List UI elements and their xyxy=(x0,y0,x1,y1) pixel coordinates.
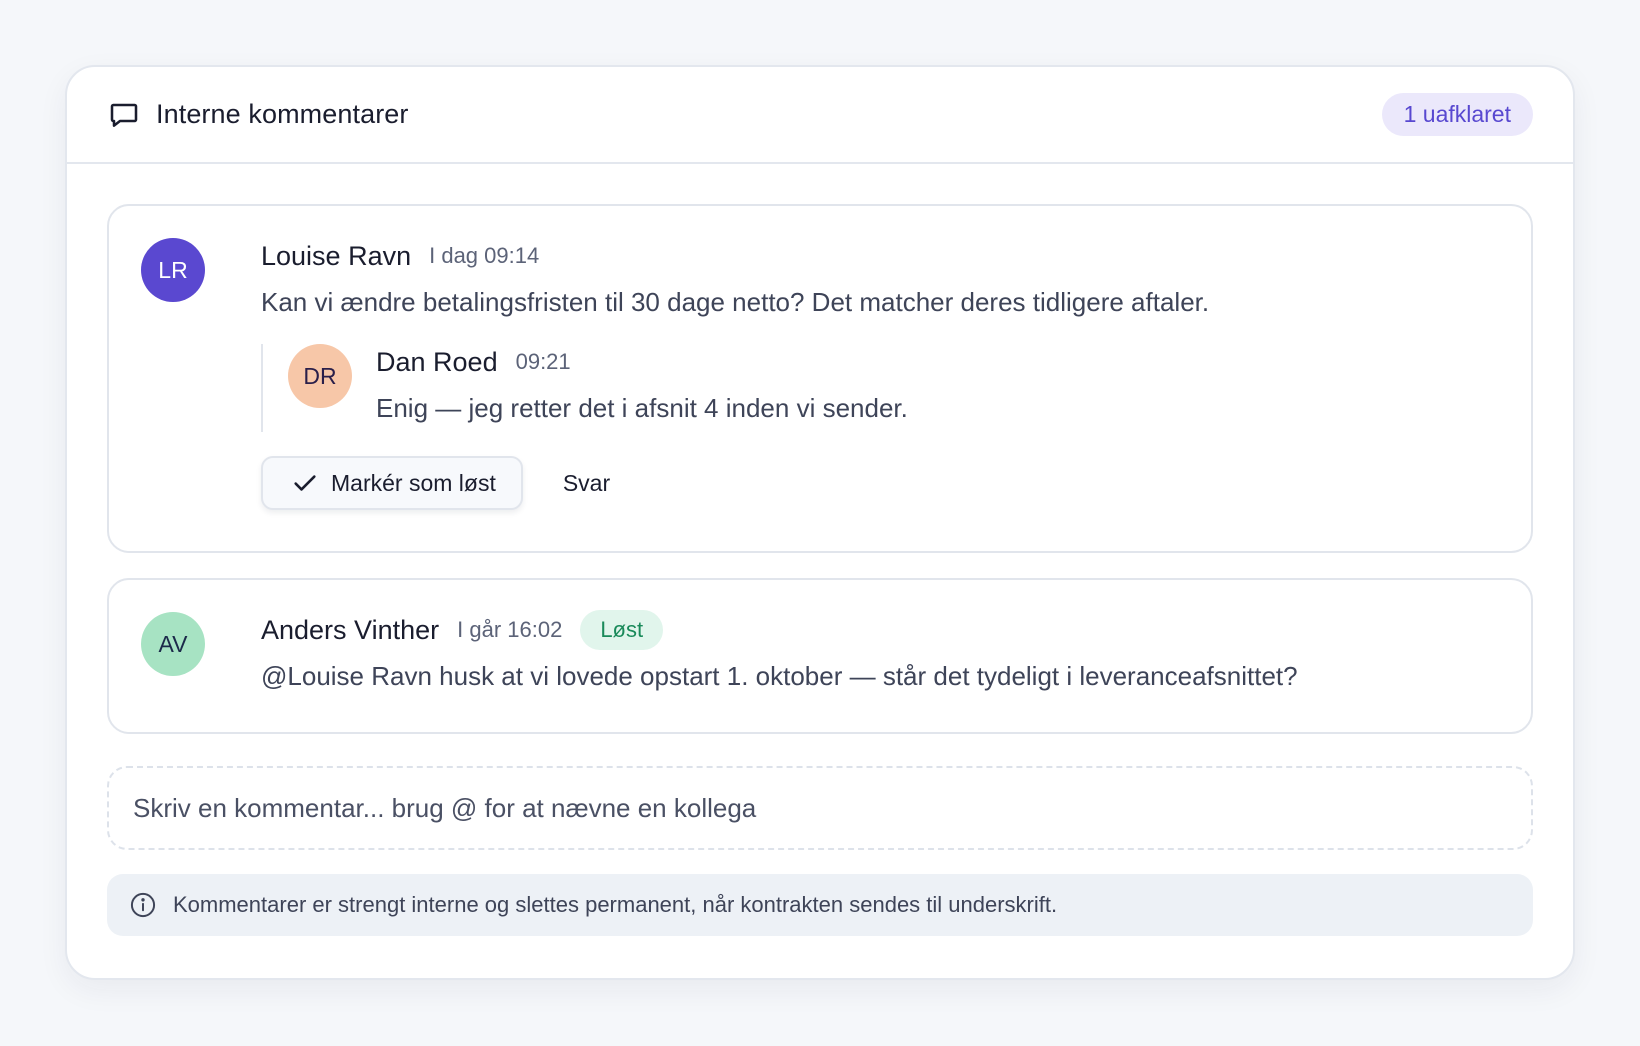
comment-input[interactable] xyxy=(133,792,1507,824)
reply-text: Enig — jeg retter det i afsnit 4 inden v… xyxy=(376,393,908,423)
reply-meta: Dan Roed 09:21 xyxy=(376,344,1501,380)
comment-reply: DR Dan Roed 09:21 Enig — jeg retter det … xyxy=(261,344,1501,432)
notice-text: Kommentarer er strengt interne og slette… xyxy=(173,892,1058,917)
reply-content: Dan Roed 09:21 Enig — jeg retter det i a… xyxy=(376,344,1501,426)
mark-resolved-button[interactable]: Markér som løst xyxy=(261,456,523,510)
info-notice: Kommentarer er strengt interne og slette… xyxy=(107,874,1533,936)
reply-time: 09:21 xyxy=(515,349,571,374)
comment-meta: Anders Vinther I går 16:02 Løst xyxy=(261,610,1501,650)
unresolved-count-badge: 1 uafklaret xyxy=(1381,93,1533,136)
mark-resolved-label: Markér som løst xyxy=(331,469,496,496)
resolved-status-badge: Løst xyxy=(580,610,664,650)
comments-panel: Interne kommentarer 1 uafklaret LR Louis… xyxy=(65,65,1575,980)
avatar: DR xyxy=(288,344,352,408)
comment-thread: AV Anders Vinther I går 16:02 Løst @Loui… xyxy=(107,578,1533,734)
comment-actions: Markér som løst Svar xyxy=(261,456,1501,510)
comment-meta: Louise Ravn I dag 09:14 xyxy=(261,238,1501,274)
comment-author: Louise Ravn xyxy=(261,240,412,271)
reply-button[interactable]: Svar xyxy=(563,470,610,497)
message-square-icon xyxy=(107,98,141,132)
comment-content: Anders Vinther I går 16:02 Løst @Louise … xyxy=(261,610,1501,694)
panel-header: Interne kommentarer 1 uafklaret xyxy=(67,67,1573,164)
reply-author: Dan Roed xyxy=(376,346,498,377)
avatar: LR xyxy=(141,238,205,302)
info-icon xyxy=(129,891,157,919)
comment-thread: LR Louise Ravn I dag 09:14 Kan vi ændre … xyxy=(107,204,1533,553)
comment-content: Louise Ravn I dag 09:14 Kan vi ændre bet… xyxy=(261,238,1501,510)
panel-title: Interne kommentarer xyxy=(156,99,409,129)
comment-time: I går 16:02 xyxy=(457,617,563,642)
comment-time: I dag 09:14 xyxy=(429,243,540,268)
comments-list: LR Louise Ravn I dag 09:14 Kan vi ændre … xyxy=(67,164,1573,936)
check-icon xyxy=(291,469,319,497)
comment-author: Anders Vinther xyxy=(261,614,440,645)
comment-text: @Louise Ravn husk at vi lovede opstart 1… xyxy=(261,661,1298,691)
avatar: AV xyxy=(141,612,205,676)
comment-composer[interactable] xyxy=(107,766,1533,850)
comment-text: Kan vi ændre betalingsfristen til 30 dag… xyxy=(261,287,1210,317)
